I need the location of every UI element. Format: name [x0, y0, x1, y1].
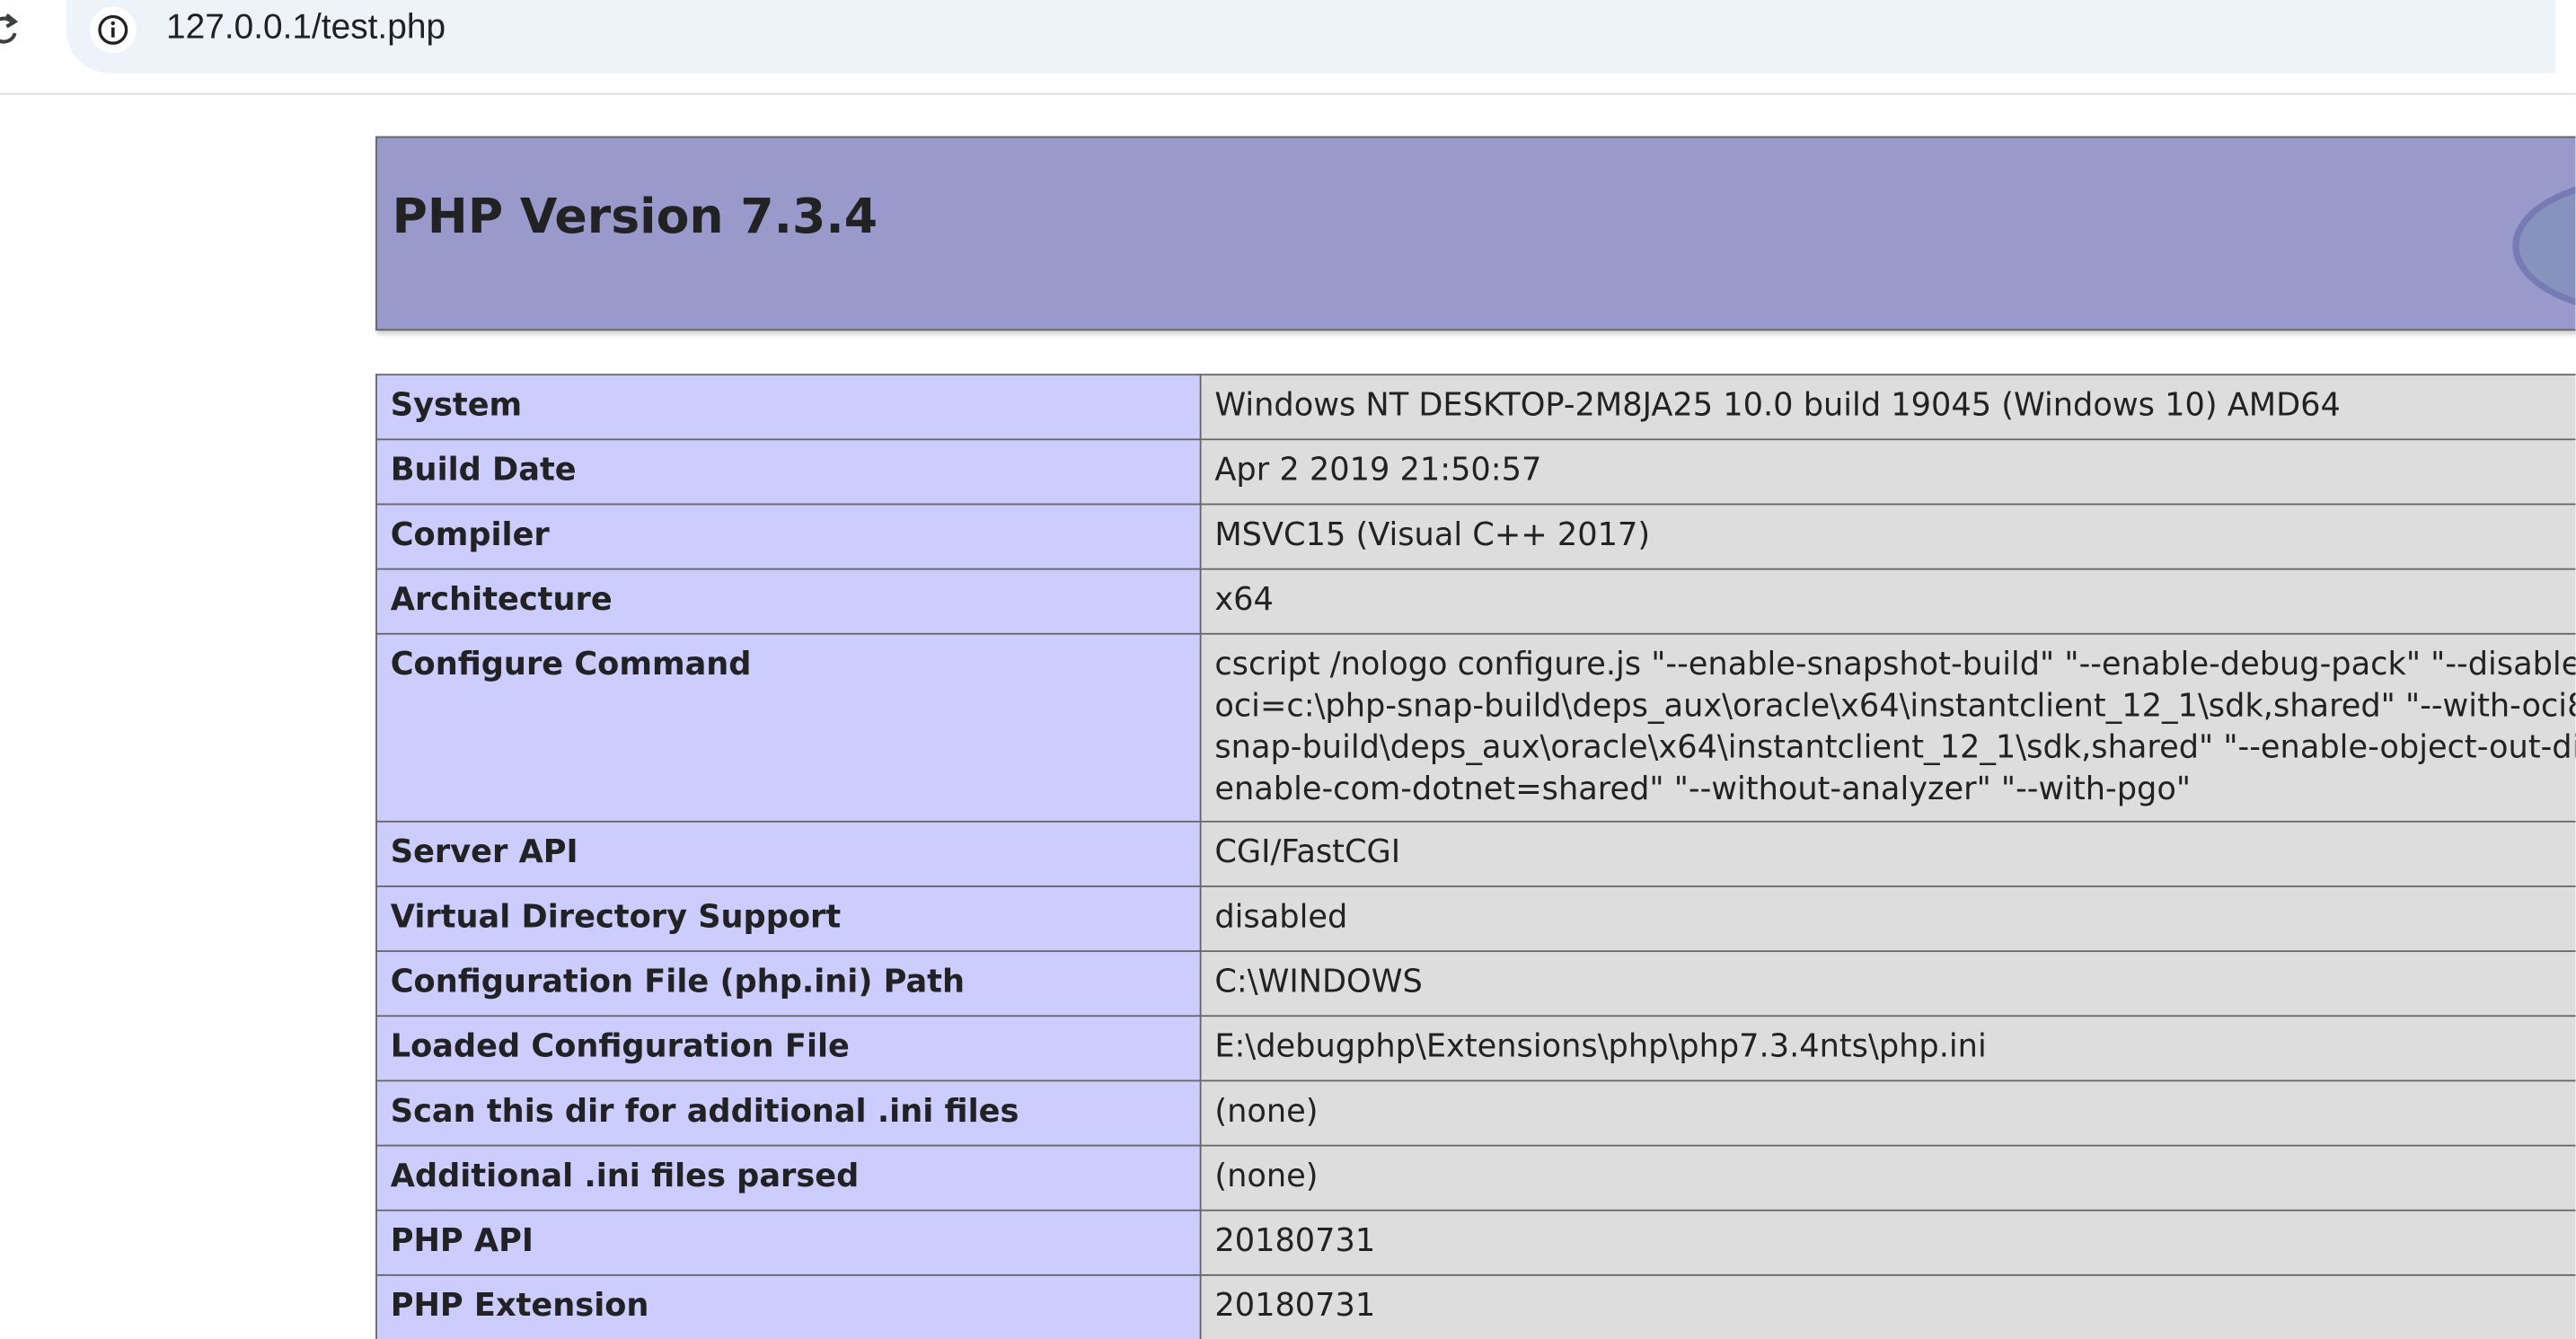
table-row: Loaded Configuration File E:\debugphp\Ext…	[375, 1015, 2576, 1082]
browser-toolbar: 127.0.0.1/test.php	[0, 0, 2576, 95]
row-value-line: disabled	[1214, 898, 1348, 936]
row-value: C:\WINDOWS	[1199, 950, 2576, 1017]
address-bar[interactable]: 127.0.0.1/test.php	[66, 0, 2556, 74]
row-value-line: (none)	[1214, 1093, 1319, 1130]
row-value-line: C:\WINDOWS	[1214, 964, 1423, 1000]
row-value-line: MSVC15 (Visual C++ 2017)	[1214, 516, 1651, 554]
row-value-line: CGI/FastCGI	[1214, 833, 1401, 871]
row-key: Server API	[375, 820, 1202, 887]
table-row: Scan this dir for additional .ini files (…	[375, 1079, 2576, 1147]
table-row: Configuration File (php.ini) Path C:\WIND…	[375, 950, 2576, 1017]
row-value: (none)	[1199, 1079, 2576, 1147]
table-row: Build Date Apr 2 2019 21:50:57	[375, 438, 2576, 506]
table-row: Architecture x64	[375, 568, 2576, 635]
row-value: disabled	[1199, 885, 2576, 953]
browser-viewport: 127.0.0.1/test.php PHP Version 7.3.4 Sys…	[0, 0, 2576, 1339]
table-row: PHP API 20180731	[375, 1209, 2576, 1276]
table-row: Additional .ini files parsed (none)	[375, 1144, 2576, 1211]
table-row: Server API CGI/FastCGI	[375, 820, 2576, 887]
row-key: PHP Extension	[375, 1273, 1202, 1339]
row-value: MSVC15 (Visual C++ 2017)	[1199, 503, 2576, 570]
row-value-line: Apr 2 2019 21:50:57	[1214, 452, 1542, 489]
row-value-line: 20180731	[1214, 1222, 1376, 1260]
row-value-line: oci=c:\php-snap-build\deps_aux\oracle\x6…	[1214, 687, 2576, 725]
row-value: E:\debugphp\Extensions\php\php7.3.4nts\p…	[1199, 1015, 2576, 1082]
url-text[interactable]: 127.0.0.1/test.php	[166, 6, 446, 49]
row-value: CGI/FastCGI	[1199, 820, 2576, 887]
row-key: System	[375, 374, 1202, 441]
row-key: Architecture	[375, 568, 1202, 635]
row-value-line: Windows NT DESKTOP-2M8JA25 10.0 build 19…	[1214, 387, 2341, 424]
php-logo-icon	[2512, 186, 2576, 305]
row-value: 20180731	[1199, 1209, 2576, 1276]
table-row: Virtual Directory Support disabled	[375, 885, 2576, 953]
row-value-line: snap-build\deps_aux\oracle\x64\instantcl…	[1214, 729, 2576, 766]
table-row: Configure Command cscript /nologo configu…	[375, 632, 2576, 823]
row-value: Windows NT DESKTOP-2M8JA25 10.0 build 19…	[1199, 374, 2576, 441]
phpinfo-content: PHP Version 7.3.4 System Windows NT DESKT…	[375, 136, 2576, 1339]
info-table: System Windows NT DESKTOP-2M8JA25 10.0 bu…	[375, 374, 2576, 1339]
table-row: PHP Extension 20180731	[375, 1273, 2576, 1339]
php-version-header: PHP Version 7.3.4	[375, 136, 2576, 331]
row-key: Loaded Configuration File	[375, 1015, 1202, 1082]
reload-icon[interactable]	[0, 12, 20, 48]
row-key: Compiler	[375, 503, 1202, 570]
row-key: Scan this dir for additional .ini files	[375, 1079, 1202, 1147]
row-key: Configuration File (php.ini) Path	[375, 950, 1202, 1017]
table-row: Compiler MSVC15 (Visual C++ 2017)	[375, 503, 2576, 570]
row-value: 20180731	[1199, 1273, 2576, 1339]
row-key: PHP API	[375, 1209, 1202, 1276]
row-value-line: 20180731	[1214, 1287, 1376, 1325]
row-key: Configure Command	[375, 632, 1202, 823]
row-value-line: x64	[1214, 581, 1274, 619]
row-key: Build Date	[375, 438, 1202, 506]
row-value: cscript /nologo configure.js "--enable-s…	[1199, 632, 2576, 823]
row-key: Additional .ini files parsed	[375, 1144, 1202, 1211]
row-value: (none)	[1199, 1144, 2576, 1211]
row-value-line: enable-com-dotnet=shared" "--without-ana…	[1214, 771, 2192, 808]
info-icon[interactable]	[89, 6, 137, 54]
page-title: PHP Version 7.3.4	[392, 188, 878, 244]
row-value-line: E:\debugphp\Extensions\php\php7.3.4nts\p…	[1214, 1028, 1987, 1065]
table-row: System Windows NT DESKTOP-2M8JA25 10.0 bu…	[375, 374, 2576, 441]
row-value: Apr 2 2019 21:50:57	[1199, 438, 2576, 506]
row-key: Virtual Directory Support	[375, 885, 1202, 953]
row-value: x64	[1199, 568, 2576, 635]
row-value-line: cscript /nologo configure.js "--enable-s…	[1214, 646, 2576, 683]
row-value-line: (none)	[1214, 1158, 1319, 1195]
